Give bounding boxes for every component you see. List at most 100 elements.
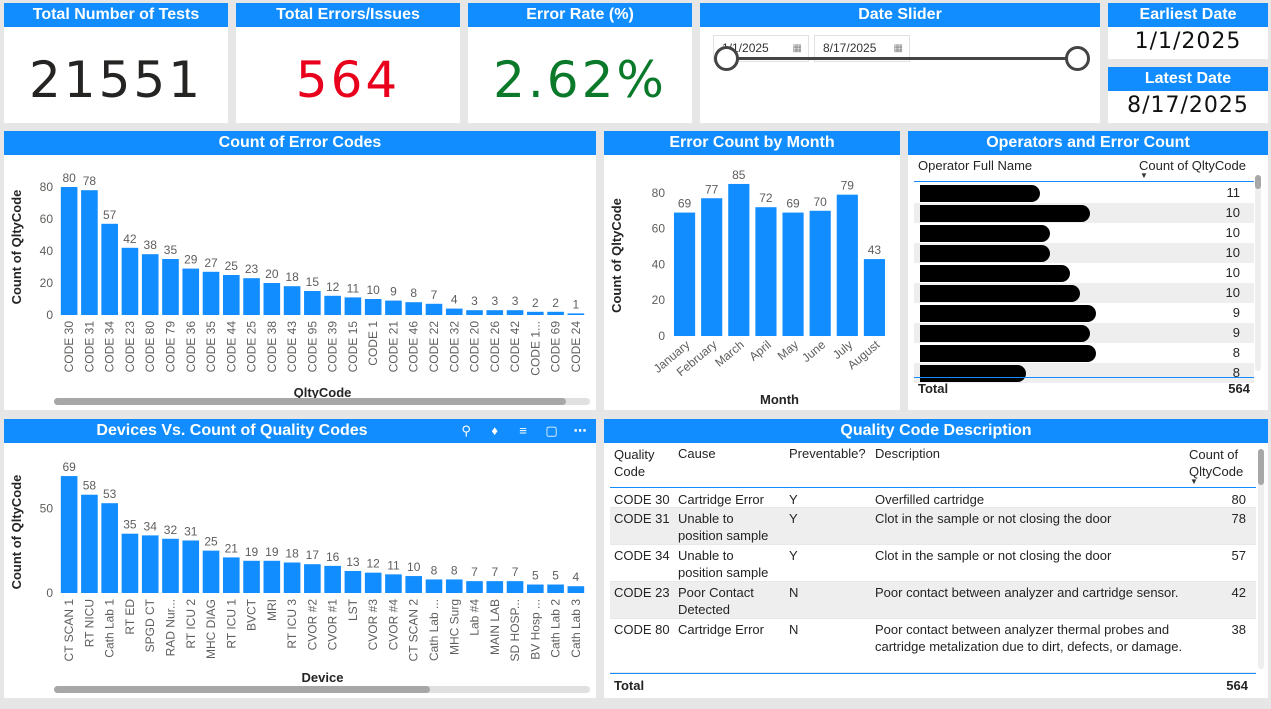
table-row[interactable]: 8 <box>914 343 1254 363</box>
bar[interactable] <box>836 194 858 336</box>
bar[interactable] <box>445 579 463 593</box>
bar[interactable] <box>701 198 723 336</box>
table-row[interactable]: CODE 31 Unable to position sample Y Clot in… <box>610 508 1256 545</box>
table-row[interactable]: 8 <box>914 363 1254 383</box>
bar[interactable] <box>405 576 423 593</box>
bar[interactable] <box>547 584 564 593</box>
table-row[interactable]: 10 <box>914 263 1254 283</box>
bar[interactable] <box>344 297 362 315</box>
table-row[interactable]: CODE 34 Unable to position sample Y Clot in… <box>610 545 1256 582</box>
bar[interactable] <box>673 212 696 336</box>
bar[interactable] <box>60 187 78 315</box>
quality-col-cause[interactable]: Cause <box>678 446 716 461</box>
bar[interactable] <box>202 271 220 315</box>
bar[interactable] <box>121 533 139 593</box>
bar[interactable] <box>81 190 98 315</box>
bar[interactable] <box>222 557 240 593</box>
table-row[interactable]: 9 <box>914 303 1254 323</box>
table-row[interactable]: 9 <box>914 323 1254 343</box>
bar[interactable] <box>344 570 362 593</box>
bar[interactable] <box>547 311 564 315</box>
sort-desc-icon[interactable]: ▼ <box>1190 477 1198 486</box>
bar[interactable] <box>81 494 98 593</box>
scrollbar-thumb[interactable] <box>1255 175 1261 189</box>
bar[interactable] <box>162 538 179 593</box>
bar[interactable] <box>385 574 402 593</box>
quality-col-prev[interactable]: Preventable? <box>789 446 866 461</box>
table-row[interactable]: 11 <box>914 183 1254 203</box>
devices-chart-scrollbar[interactable] <box>54 686 590 693</box>
operators-col-count[interactable]: Count of QltyCode <box>1139 158 1246 173</box>
bar[interactable] <box>782 212 804 336</box>
month-chart[interactable]: 020406080Count of QltyCode 69January77Feb… <box>604 155 900 410</box>
bar[interactable] <box>405 302 423 315</box>
table-row[interactable]: 10 <box>914 203 1254 223</box>
bar[interactable] <box>263 283 281 315</box>
scrollbar-thumb[interactable] <box>54 398 566 405</box>
quality-col-desc[interactable]: Description <box>875 446 940 461</box>
bar[interactable] <box>324 565 341 593</box>
scrollbar-thumb[interactable] <box>54 686 430 693</box>
pin-icon[interactable]: ⚲ <box>454 419 478 443</box>
table-row[interactable]: 10 <box>914 283 1254 303</box>
bar[interactable] <box>809 210 831 336</box>
bar[interactable] <box>863 259 886 336</box>
bar[interactable] <box>304 564 321 593</box>
table-row[interactable]: 10 <box>914 243 1254 263</box>
bar[interactable] <box>506 581 524 593</box>
bar[interactable] <box>202 550 220 593</box>
bar[interactable] <box>182 268 200 315</box>
error-codes-chart-scrollbar[interactable] <box>54 398 590 405</box>
bar[interactable] <box>567 586 585 593</box>
sort-desc-icon[interactable]: ▼ <box>1140 171 1148 180</box>
bar[interactable] <box>141 254 159 315</box>
bar[interactable] <box>182 540 200 593</box>
operators-col-name[interactable]: Operator Full Name <box>918 158 1032 173</box>
quality-col-count[interactable]: Count of QltyCode <box>1189 446 1251 480</box>
bar[interactable] <box>101 503 118 593</box>
bar[interactable] <box>425 579 443 593</box>
bar[interactable] <box>755 207 777 336</box>
bar[interactable] <box>324 295 341 315</box>
quality-scrollbar[interactable] <box>1258 449 1264 669</box>
bar[interactable] <box>385 300 402 315</box>
bar[interactable] <box>101 223 118 315</box>
operators-scrollbar[interactable] <box>1255 175 1261 371</box>
filter-icon[interactable]: ≡ <box>511 419 535 443</box>
bar[interactable] <box>162 259 179 315</box>
bar[interactable] <box>506 310 524 315</box>
focus-mode-icon[interactable]: ▢ <box>540 419 564 443</box>
bar[interactable] <box>243 278 260 315</box>
bar[interactable] <box>263 560 281 593</box>
date-slider-end-handle[interactable] <box>1065 46 1090 71</box>
bar[interactable] <box>466 310 483 315</box>
bar[interactable] <box>425 303 443 315</box>
bar[interactable] <box>364 572 382 593</box>
bar[interactable] <box>527 311 544 315</box>
bar[interactable] <box>728 183 750 336</box>
bar[interactable] <box>60 476 78 593</box>
bell-icon[interactable]: ♦ <box>483 419 507 443</box>
bar[interactable] <box>527 584 544 593</box>
scrollbar-thumb[interactable] <box>1258 449 1264 485</box>
date-slider-start-handle[interactable] <box>714 46 739 71</box>
error-codes-chart[interactable]: 0 20 40 60 80 Count of QltyCode 80 CODE 30 78 COD… <box>4 155 596 410</box>
bar[interactable] <box>364 299 382 315</box>
bar[interactable] <box>567 313 585 315</box>
bar[interactable] <box>243 560 260 593</box>
table-row[interactable]: CODE 30 Cartridge Error Y Overfilled cartri… <box>610 489 1256 508</box>
table-row[interactable]: CODE 80 Cartridge Error N Poor contact betw… <box>610 619 1256 673</box>
bar[interactable] <box>283 286 301 315</box>
bar[interactable] <box>121 247 139 315</box>
bar[interactable] <box>141 535 159 593</box>
table-row[interactable]: 10 <box>914 223 1254 243</box>
bar[interactable] <box>466 581 483 593</box>
date-slider-track[interactable] <box>727 57 1073 60</box>
bar[interactable] <box>304 291 321 315</box>
bar[interactable] <box>222 275 240 315</box>
bar[interactable] <box>445 308 463 315</box>
more-options-icon[interactable]: ⋯ <box>568 419 592 443</box>
bar[interactable] <box>486 310 504 315</box>
quality-col-code[interactable]: Quality Code <box>614 446 664 480</box>
bar[interactable] <box>283 562 301 594</box>
